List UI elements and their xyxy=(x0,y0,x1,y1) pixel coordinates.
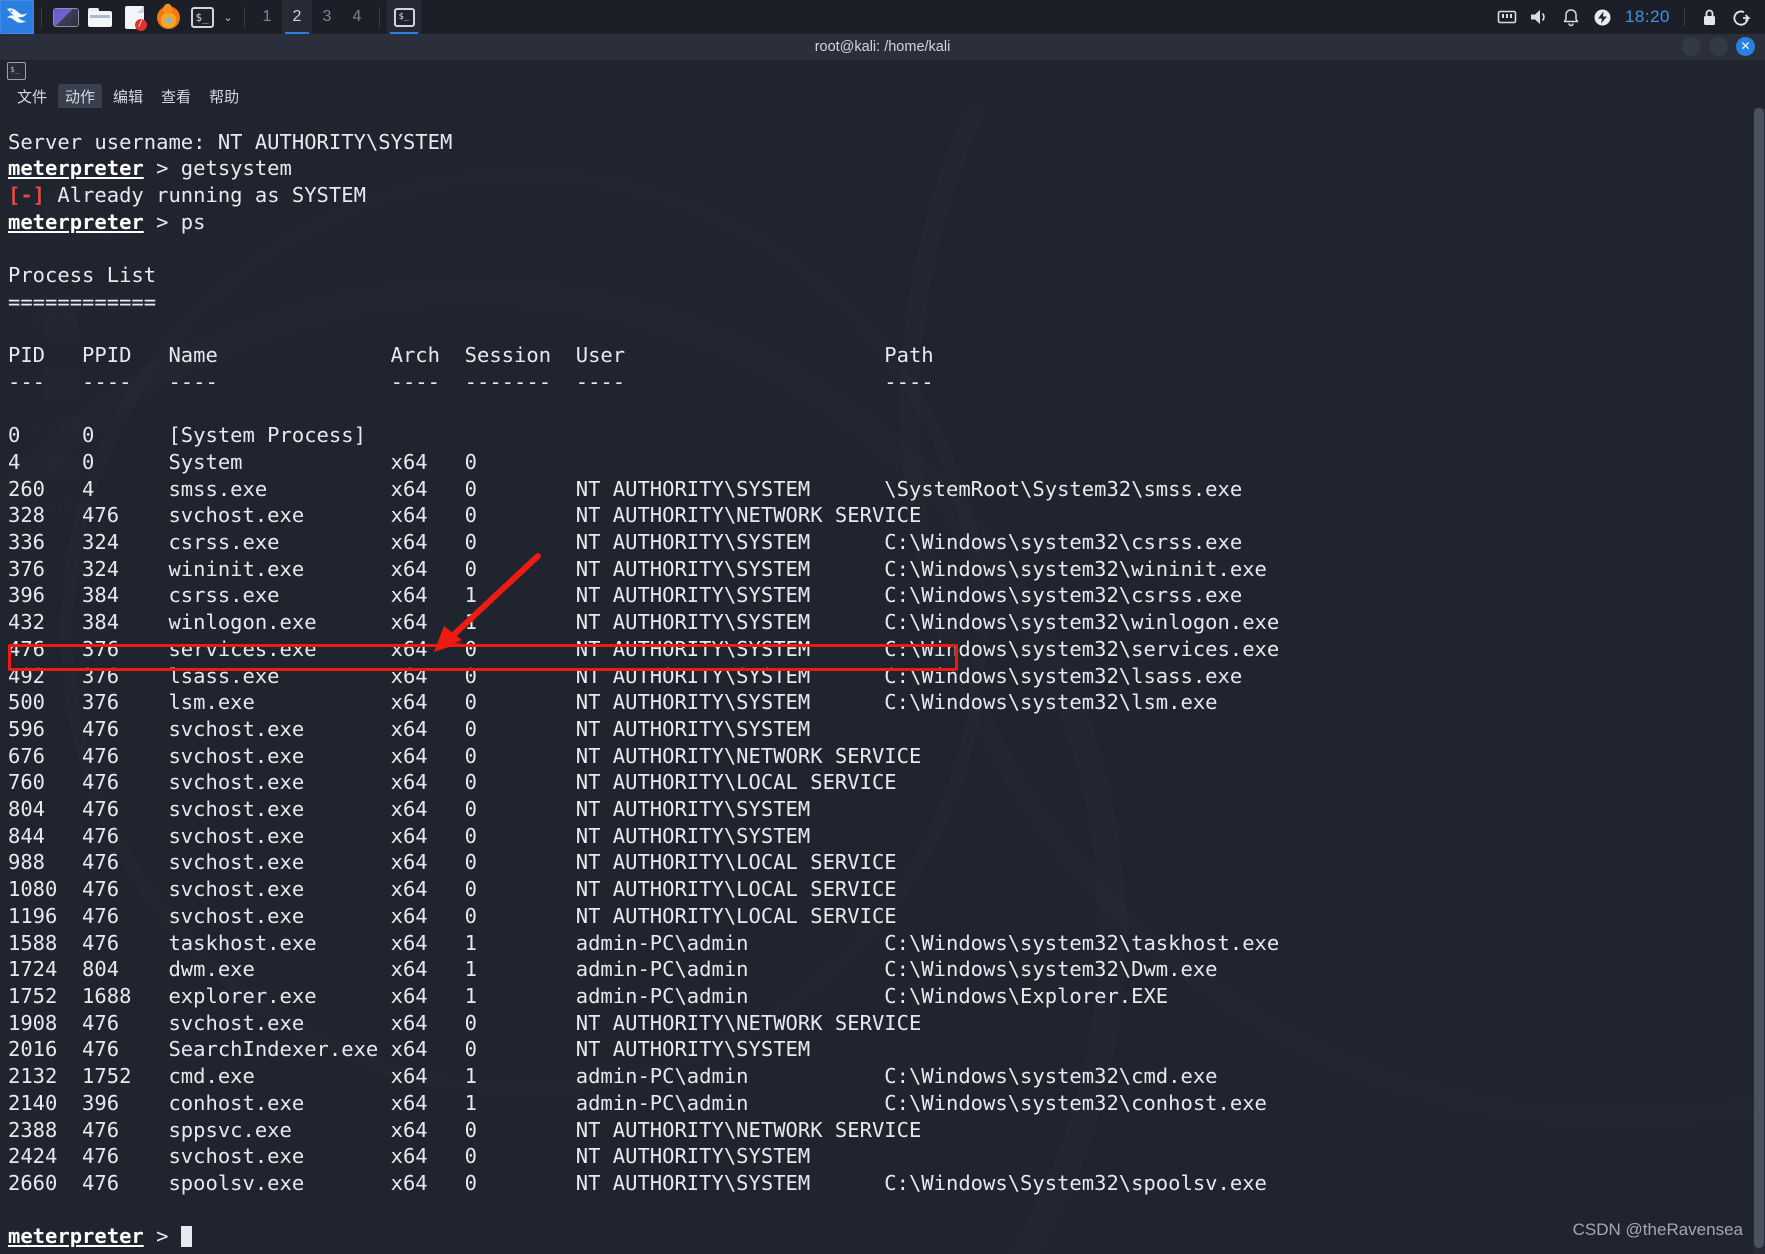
file-manager-icon[interactable] xyxy=(83,0,117,34)
volume-icon[interactable] xyxy=(1523,0,1555,34)
menu-view[interactable]: 查看 xyxy=(154,84,198,109)
window-controls: ✕ xyxy=(1682,37,1755,56)
menu-file[interactable]: 文件 xyxy=(10,84,54,109)
workspace-3[interactable]: 3 xyxy=(312,0,342,34)
terminal-tab-icon[interactable]: $_ xyxy=(7,62,26,80)
menu-help[interactable]: 帮助 xyxy=(202,84,246,109)
menu-bar: 文件 动作 编辑 查看 帮助 xyxy=(0,83,1765,109)
tray-separator xyxy=(1684,8,1685,26)
kali-dragon-icon xyxy=(4,4,30,30)
chevron-down-icon[interactable]: ⌄ xyxy=(219,0,237,34)
window-title: root@kali: /home/kali xyxy=(814,39,951,55)
workspace-1[interactable]: 1 xyxy=(252,0,282,34)
terminal-icon[interactable]: $_ xyxy=(185,0,219,34)
network-icon[interactable] xyxy=(1491,0,1523,34)
clock[interactable]: 18:20 xyxy=(1619,7,1676,27)
desktop-taskbar: / $_ ⌄ 1 2 3 4 $_ 18:20 xyxy=(0,0,1765,35)
minimize-button[interactable] xyxy=(1682,37,1701,56)
firefox-icon[interactable] xyxy=(151,0,185,34)
lock-icon[interactable] xyxy=(1693,0,1725,34)
scrollbar-track[interactable] xyxy=(1753,108,1765,1254)
workspace-2[interactable]: 2 xyxy=(282,0,312,34)
close-button[interactable]: ✕ xyxy=(1736,37,1755,56)
maximize-button[interactable] xyxy=(1709,37,1728,56)
text-editor-icon[interactable]: / xyxy=(117,0,151,34)
power-icon[interactable] xyxy=(1587,0,1619,34)
terminal-window: root@kali: /home/kali ✕ $_ 文件 动作 编辑 查看 帮… xyxy=(0,34,1765,1254)
taskbar-separator xyxy=(41,7,42,27)
menu-actions[interactable]: 动作 xyxy=(58,83,103,109)
tab-row: $_ xyxy=(0,60,1765,84)
terminal-body[interactable]: Kali Linux a 回收站 文件系统 主文件夹 卷 Server user… xyxy=(0,108,1765,1254)
taskbar-separator xyxy=(379,7,380,27)
display-settings-icon[interactable] xyxy=(49,0,83,34)
watermark: CSDN @theRavensea xyxy=(1572,1220,1743,1239)
scrollbar-thumb[interactable] xyxy=(1754,108,1764,1248)
terminal-output: Server username: NT AUTHORITY\SYSTEM met… xyxy=(8,129,1280,1249)
bell-icon[interactable] xyxy=(1555,0,1587,34)
workspace-4[interactable]: 4 xyxy=(342,0,372,34)
window-titlebar[interactable]: root@kali: /home/kali ✕ xyxy=(0,34,1765,60)
taskbar-tray: 18:20 xyxy=(1491,0,1765,34)
logout-icon[interactable] xyxy=(1725,0,1757,34)
menu-edit[interactable]: 编辑 xyxy=(106,84,150,109)
taskbar-window-terminal[interactable]: $_ xyxy=(387,0,421,34)
kali-menu-button[interactable] xyxy=(0,0,34,34)
taskbar-separator xyxy=(244,7,245,27)
taskbar-left-group: / $_ ⌄ 1 2 3 4 $_ xyxy=(0,0,421,34)
